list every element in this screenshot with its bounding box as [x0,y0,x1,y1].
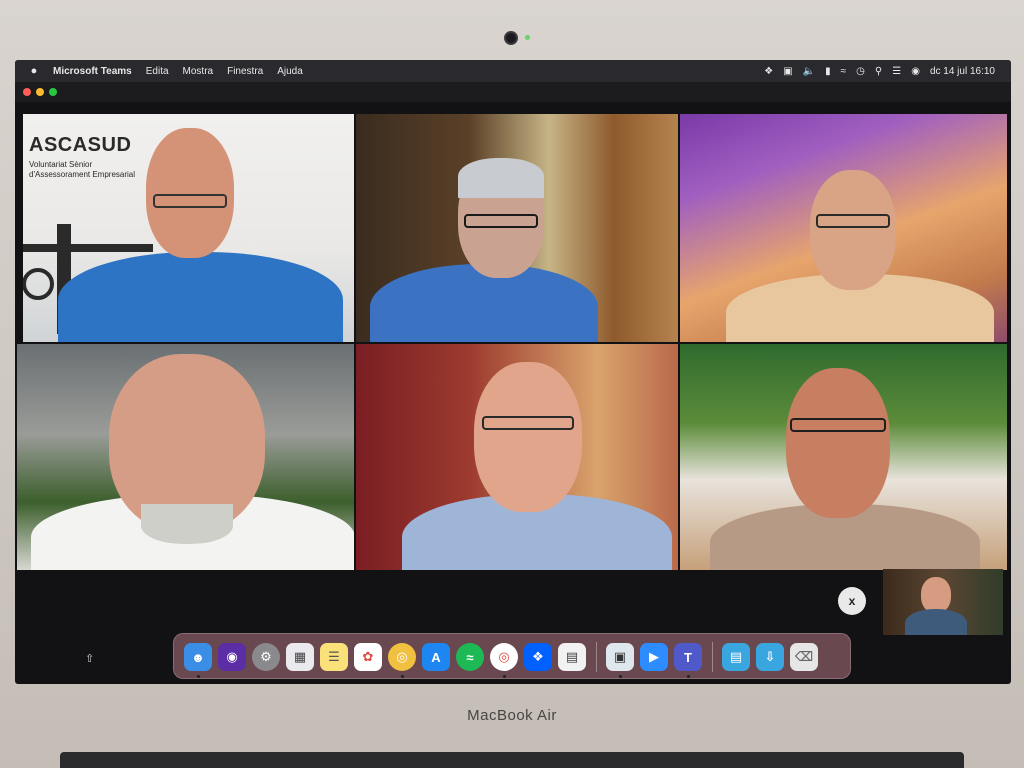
chrome-icon[interactable]: ◎ [490,643,518,671]
app-store-icon[interactable]: A [422,643,450,671]
video-tile-3[interactable] [680,114,1007,342]
background-subtitle-line1: Voluntariat Sènior [29,160,93,169]
chrome-canary-running-dot [401,675,404,678]
menu-edit[interactable]: Edita [146,66,169,77]
siri-icon[interactable]: ◉ [911,66,920,77]
downloads-folder-icon[interactable]: ⇩ [756,643,784,671]
preview-running-dot [619,675,622,678]
notes-icon[interactable]: ☰ [320,643,348,671]
video-tile-6[interactable] [680,344,1007,570]
dropbox-icon[interactable]: ❖ [764,66,773,77]
volume-icon[interactable]: 🔈 [803,66,815,77]
document-icon[interactable]: ▤ [558,643,586,671]
teams-icon[interactable]: T [674,643,702,671]
laptop-base [60,752,964,768]
folder-icon[interactable]: ▤ [722,643,750,671]
webcam-led [525,35,530,40]
menu-window[interactable]: Finestra [227,66,263,77]
zoom-icon[interactable]: ▶ [640,643,668,671]
video-tile-4[interactable] [17,344,354,570]
chrome-running-dot [503,675,506,678]
window-zoom-button[interactable] [49,88,57,96]
menu-app-name[interactable]: Microsoft Teams [53,66,132,77]
photos-icon[interactable]: ✿ [354,643,382,671]
system-preferences-icon[interactable]: ⚙ [252,643,280,671]
self-view-torso [905,609,967,635]
screen-icon[interactable]: ▣ [783,66,792,77]
window-minimize-button[interactable] [36,88,44,96]
apple-icon[interactable]: ● [27,64,41,78]
dock-separator-2 [712,642,713,672]
clock-icon[interactable]: ◷ [856,66,865,77]
teams-running-dot [687,675,690,678]
window-title-bar [15,82,1011,102]
search-icon[interactable]: ⚲ [875,66,882,77]
mouse-cursor-icon: ⇧ [85,653,95,665]
dropbox-dock-icon[interactable]: ❖ [524,643,552,671]
siri-icon[interactable]: ◉ [218,643,246,671]
video-tile-5[interactable] [356,344,678,570]
finder-icon[interactable]: ☻ [184,643,212,671]
background-logo: ASCASUD [29,134,132,156]
battery-icon[interactable]: ▮ [825,66,831,77]
screen: ● Microsoft Teams Edita Mostra Finestra … [15,60,1011,684]
trash-icon[interactable]: ⌫ [790,643,818,671]
video-tile-1[interactable]: ASCASUD Voluntariat Sènior d'Assessorame… [23,114,354,342]
menu-datetime[interactable]: dc 14 jul 16:10 [930,66,995,77]
spotify-icon[interactable]: ≈ [456,643,484,671]
launchpad-icon[interactable]: ▦ [286,643,314,671]
self-view-head [921,577,951,613]
chrome-canary-icon[interactable]: ◎ [388,643,416,671]
finder-running-dot [197,675,200,678]
dock-separator-1 [596,642,597,672]
dock: ☻ ◉ ⚙ ▦ ☰ ✿ ◎ A ≈ ◎ ❖ ▤ ▣ ▶ T ▤ ⇩ ⌫ [173,633,851,679]
laptop-brand: MacBook Air [467,707,557,724]
preview-icon[interactable]: ▣ [606,643,634,671]
self-view-video[interactable] [883,569,1003,635]
wifi-icon[interactable]: ≈ [841,66,847,77]
background-subtitle-line2: d'Assessorament Empresarial [29,170,136,179]
window-close-button[interactable] [23,88,31,96]
webcam [504,31,518,45]
video-tile-2[interactable] [356,114,678,342]
menu-bar: ● Microsoft Teams Edita Mostra Finestra … [15,60,1011,82]
control-center-icon[interactable]: ☰ [892,66,901,77]
menu-help[interactable]: Ajuda [277,66,303,77]
close-button[interactable]: x [838,587,866,615]
menu-view[interactable]: Mostra [183,66,214,77]
menu-status-area: ❖ ▣ 🔈 ▮ ≈ ◷ ⚲ ☰ ◉ dc 14 jul 16:10 [764,66,995,77]
